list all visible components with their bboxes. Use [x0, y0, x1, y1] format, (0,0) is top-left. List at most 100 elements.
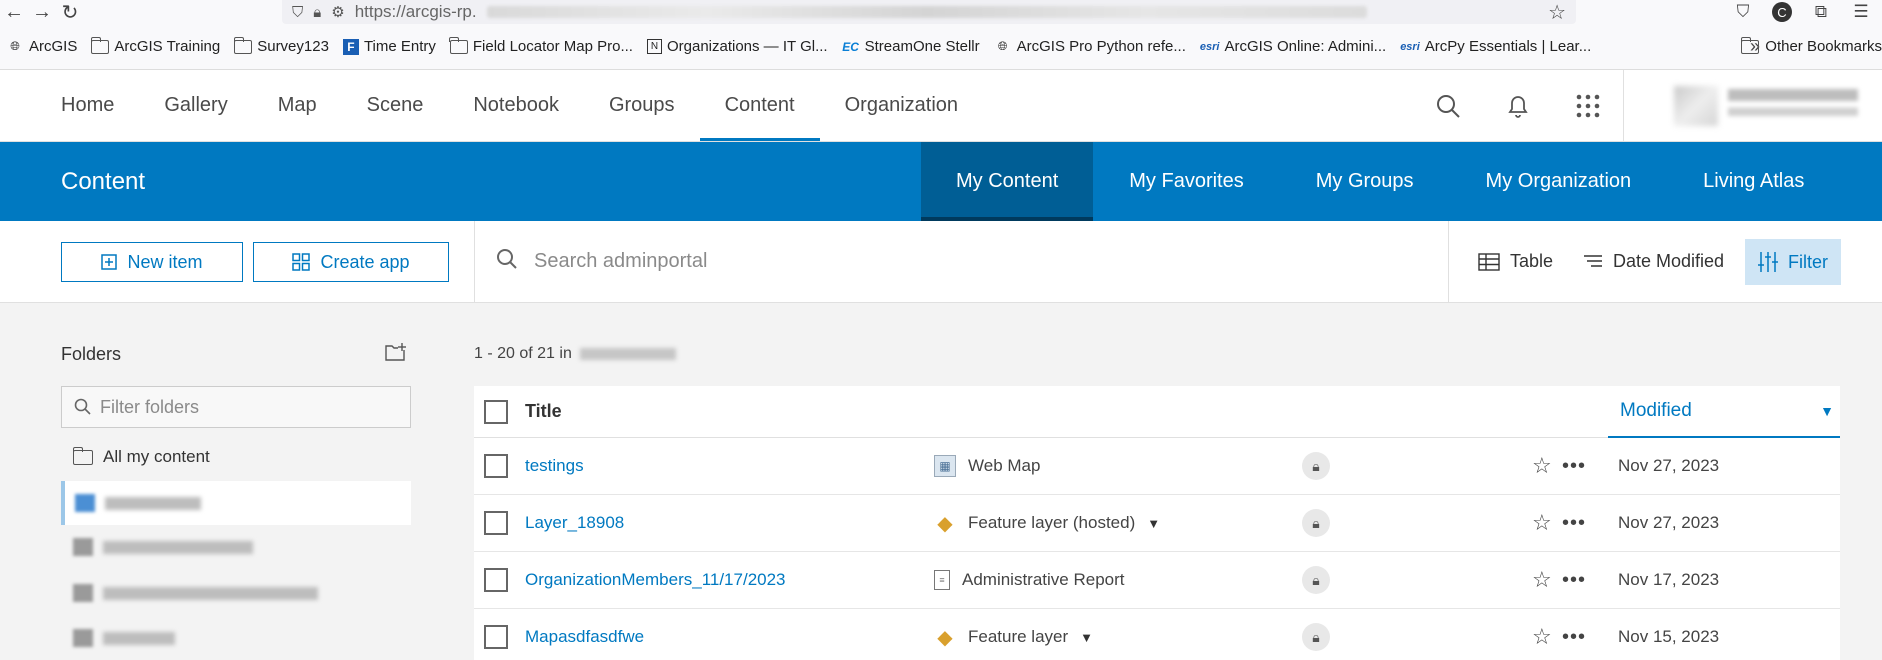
sharing-owner-icon[interactable]: 🔒︎ — [1302, 452, 1330, 480]
folder-item[interactable] — [61, 616, 411, 660]
item-title-link[interactable]: testings — [525, 456, 584, 476]
content-toolbar: New item Create app Table Date Modified … — [0, 221, 1882, 303]
folder-item[interactable] — [61, 571, 411, 615]
table-row: OrganizationMembers_11/17/2023 ≡ Administr… — [474, 552, 1840, 609]
back-icon[interactable]: ← — [0, 0, 28, 24]
extensions-icon[interactable]: ⧉ — [1810, 1, 1832, 23]
pocket-icon[interactable]: ⛉ — [1732, 1, 1754, 23]
bookmark-item[interactable]: F Time Entry — [342, 38, 436, 55]
url-text: https://arcgis-rp. — [354, 2, 477, 21]
nav-groups[interactable]: Groups — [584, 70, 700, 141]
row-checkbox[interactable] — [484, 625, 508, 649]
menu-icon[interactable]: ☰ — [1850, 1, 1872, 23]
nav-notebook[interactable]: Notebook — [448, 70, 584, 141]
filter-button[interactable]: Filter — [1745, 239, 1841, 285]
sharing-owner-icon[interactable]: 🔒︎ — [1302, 509, 1330, 537]
other-bookmarks-label: Other Bookmarks — [1765, 38, 1882, 55]
forward-icon[interactable]: → — [28, 0, 56, 24]
filter-folders-input[interactable] — [100, 396, 400, 418]
bookmark-item[interactable]: esri ArcPy Essentials | Lear... — [1400, 38, 1591, 55]
add-folder-icon[interactable] — [385, 343, 407, 366]
favorite-star-icon[interactable]: ☆ — [1532, 453, 1552, 479]
favorite-star-icon[interactable]: ☆ — [1532, 567, 1552, 593]
more-options-icon[interactable]: ••• — [1562, 455, 1586, 478]
nav-content[interactable]: Content — [699, 70, 820, 141]
content-tabs: My Content My Favorites My Groups My Organi… — [921, 142, 1840, 221]
search-input[interactable] — [534, 250, 1334, 273]
item-title-link[interactable]: Layer_18908 — [525, 513, 624, 533]
globe-icon: 🌐︎ — [997, 39, 1008, 53]
search-icon[interactable] — [1413, 70, 1483, 141]
tab-my-favorites[interactable]: My Favorites — [1093, 142, 1279, 221]
item-type: ≡ Administrative Report — [934, 570, 1125, 590]
bookmark-label: Time Entry — [363, 38, 436, 55]
lock-icon[interactable]: 🔒︎ — [313, 4, 321, 21]
bookmark-item[interactable]: ArcGIS Training — [90, 36, 220, 55]
more-options-icon[interactable]: ••• — [1562, 512, 1586, 535]
tab-my-organization[interactable]: My Organization — [1450, 142, 1668, 221]
folder-item[interactable] — [61, 525, 411, 569]
dropdown-caret-icon[interactable]: ▼ — [1080, 630, 1093, 645]
more-options-icon[interactable]: ••• — [1562, 569, 1586, 592]
row-checkbox[interactable] — [484, 454, 508, 478]
bookmark-item[interactable]: Field Locator Map Pro... — [449, 36, 633, 55]
folder-item-selected[interactable] — [61, 481, 411, 525]
feature-layer-icon: ◆ — [937, 512, 953, 535]
tab-living-atlas[interactable]: Living Atlas — [1667, 142, 1840, 221]
address-bar[interactable]: ⛉ 🔒︎ ⚙︎ https://arcgis-rp. ☆ — [282, 0, 1576, 24]
table-row: Mapasdfasdfwe ◆ Feature layer ▼ 🔒︎ ☆ ••• Nov 15… — [474, 609, 1840, 660]
sort-date-modified-button[interactable]: Date Modified — [1583, 221, 1724, 302]
reload-icon[interactable]: ↻ — [56, 0, 84, 24]
dropdown-caret-icon[interactable]: ▼ — [1147, 516, 1160, 531]
select-all-checkbox[interactable] — [484, 399, 508, 424]
nav-gallery[interactable]: Gallery — [139, 70, 252, 141]
favorite-star-icon[interactable]: ☆ — [1532, 624, 1552, 650]
bookmark-item[interactable]: esri ArcGIS Online: Admini... — [1200, 38, 1386, 55]
results-count: 1 - 20 of 21 in — [474, 345, 676, 363]
user-menu[interactable] — [1624, 70, 1882, 141]
nav-organization[interactable]: Organization — [820, 70, 983, 141]
item-title-link[interactable]: Mapasdfasdfwe — [525, 627, 644, 647]
row-checkbox[interactable] — [484, 511, 508, 535]
folder-all-my-content[interactable]: All my content — [61, 435, 411, 479]
item-title-link[interactable]: OrganizationMembers_11/17/2023 — [525, 570, 786, 590]
bookmark-star-icon[interactable]: ☆ — [1548, 0, 1566, 25]
ec-logo-icon: EC — [842, 39, 859, 54]
new-item-button[interactable]: New item — [61, 242, 243, 282]
bookmark-item[interactable]: 🌐︎ ArcGIS Pro Python refe... — [994, 38, 1186, 55]
apps-grid-icon — [292, 253, 311, 271]
nav-scene[interactable]: Scene — [342, 70, 449, 141]
create-app-button[interactable]: Create app — [253, 242, 449, 282]
item-type-label: Web Map — [968, 456, 1041, 475]
notifications-bell-icon[interactable] — [1483, 70, 1553, 141]
sharing-owner-icon[interactable]: 🔒︎ — [1302, 566, 1330, 594]
bookmark-item[interactable]: EC StreamOne Stellr — [842, 38, 979, 55]
shield-icon[interactable]: ⛉ — [292, 4, 303, 21]
app-launcher-icon[interactable] — [1553, 70, 1623, 141]
row-checkbox[interactable] — [484, 568, 508, 592]
folder-icon — [90, 36, 110, 54]
bookmark-item[interactable]: 🌐︎ ArcGIS — [6, 38, 77, 55]
bookmark-item[interactable]: Survey123 — [233, 36, 329, 55]
tab-my-content[interactable]: My Content — [921, 142, 1094, 221]
folder-name-redacted — [103, 586, 318, 600]
nav-home[interactable]: Home — [0, 70, 139, 141]
column-title-header[interactable]: Title — [525, 401, 562, 422]
column-modified-header[interactable]: Modified ▼ — [1608, 386, 1840, 438]
extension-c-icon[interactable]: C — [1772, 2, 1792, 22]
web-map-icon: ▦ — [934, 455, 956, 477]
bookmark-item[interactable]: N Organizations — IT Gl... — [646, 38, 828, 55]
item-type: ◆ Feature layer (hosted) ▼ — [934, 512, 1160, 535]
date-modified-label: Date Modified — [1613, 251, 1725, 271]
url-redacted — [486, 6, 1367, 18]
other-bookmarks[interactable]: Other Bookmarks — [1740, 36, 1882, 55]
favorite-star-icon[interactable]: ☆ — [1532, 510, 1552, 536]
sharing-owner-icon[interactable]: 🔒︎ — [1302, 623, 1330, 651]
folder-name-redacted — [103, 540, 253, 554]
bookmarks-bar: 🌐︎ ArcGIS ArcGIS Training Survey123 F Time En… — [0, 24, 1882, 70]
nav-map[interactable]: Map — [253, 70, 342, 141]
permissions-icon[interactable]: ⚙︎ — [331, 3, 344, 21]
more-options-icon[interactable]: ••• — [1562, 626, 1586, 649]
tab-my-groups[interactable]: My Groups — [1280, 142, 1450, 221]
table-view-button[interactable]: Table — [1478, 221, 1553, 302]
